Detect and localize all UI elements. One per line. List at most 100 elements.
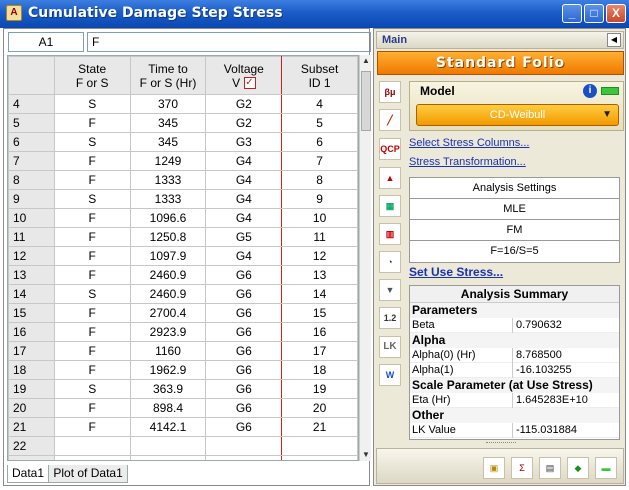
row-number[interactable]: 14 [8,284,55,304]
report-icon[interactable]: W [379,364,401,386]
row-number[interactable]: 23 [8,455,55,460]
minimize-button[interactable]: _ [562,4,582,23]
cell-state[interactable]: F [53,265,131,285]
green-bar-icon[interactable]: ▬ [595,457,617,479]
cell-voltage[interactable]: G2 [205,113,283,133]
cell-voltage[interactable]: G2 [205,94,283,114]
cell-reference-box[interactable]: A1 [8,32,84,52]
cell-voltage[interactable]: G6 [205,360,283,380]
cell-state[interactable]: S [53,284,131,304]
analysis-settings-title[interactable]: Analysis Settings [410,178,619,199]
row-number[interactable]: 11 [8,227,55,247]
cell-voltage[interactable]: G6 [205,265,283,285]
cell-subset[interactable]: 10 [281,208,358,228]
row-number[interactable]: 15 [8,303,55,323]
row-number[interactable]: 5 [8,113,55,133]
sheet-icon[interactable]: ▤ [539,457,561,479]
cell-state[interactable]: F [53,227,131,247]
parameters-icon[interactable]: βμ [379,81,401,103]
cell-subset[interactable]: 9 [281,189,358,209]
cell-state[interactable]: F [53,398,131,418]
table-row[interactable]: 15 F 2700.4 G6 15 [8,303,358,323]
cell-state[interactable]: F [53,208,131,228]
row-number[interactable]: 20 [8,398,55,418]
numbers-icon[interactable]: 1.2 [379,307,401,329]
cell-time[interactable]: 1250.8 [129,227,207,247]
cell-subset[interactable]: 16 [281,322,358,342]
table-row[interactable]: 20 F 898.4 G6 20 [8,398,358,418]
cell-voltage[interactable]: G6 [205,398,283,418]
cell-time[interactable]: 345 [129,132,207,152]
cell-subset[interactable]: 7 [281,151,358,171]
row-number[interactable]: 7 [8,151,55,171]
resize-grip[interactable] [486,442,516,446]
cell-voltage[interactable]: G6 [205,284,283,304]
scroll-thumb[interactable] [361,71,371,131]
cell-subset[interactable]: 5 [281,113,358,133]
app-icon[interactable]: A [6,5,22,21]
table-row[interactable]: 9 S 1333 G4 9 [8,189,358,209]
maximize-button[interactable]: □ [584,4,604,23]
cell-subset[interactable] [281,436,358,456]
cell-subset[interactable] [281,455,358,460]
row-number[interactable]: 21 [8,417,55,437]
cell-state[interactable]: F [53,303,131,323]
cell-time[interactable]: 898.4 [129,398,207,418]
gauge-icon[interactable]: ◔ [379,251,401,273]
cell-time[interactable]: 2460.9 [129,284,207,304]
cell-voltage[interactable]: G4 [205,170,283,190]
table-row[interactable]: 14 S 2460.9 G6 14 [8,284,358,304]
analysis-method[interactable]: MLE [410,199,619,220]
voltage-checkbox[interactable]: ✓ [243,77,256,90]
cell-voltage[interactable]: G6 [205,303,283,323]
qcp-icon[interactable]: QCP [379,138,401,160]
cell-state[interactable] [53,436,131,456]
cell-time[interactable]: 1249 [129,151,207,171]
scroll-down-icon[interactable]: ▼ [360,449,372,461]
row-number[interactable]: 16 [8,322,55,342]
cell-subset[interactable]: 8 [281,170,358,190]
column-header-voltage[interactable]: Voltage V ✓ [205,56,283,95]
cell-state[interactable]: S [53,189,131,209]
cell-subset[interactable]: 6 [281,132,358,152]
cell-time[interactable]: 345 [129,113,207,133]
cell-voltage[interactable]: G4 [205,151,283,171]
table-row[interactable]: 11 F 1250.8 G5 11 [8,227,358,247]
row-number[interactable]: 19 [8,379,55,399]
row-number[interactable]: 17 [8,341,55,361]
cell-voltage[interactable]: G4 [205,246,283,266]
table-row[interactable]: 21 F 4142.1 G6 21 [8,417,358,437]
column-header-state[interactable]: State F or S [53,56,131,95]
analysis-type[interactable]: FM [410,220,619,241]
plot-icon[interactable]: ╱ [379,109,401,131]
cell-time[interactable] [129,436,207,456]
cell-state[interactable]: F [53,170,131,190]
cell-state[interactable]: S [53,132,131,152]
wizard-icon[interactable]: ◆ [567,457,589,479]
close-button[interactable]: X [606,4,626,23]
cell-subset[interactable]: 12 [281,246,358,266]
cell-time[interactable]: 1333 [129,170,207,190]
spreadsheet-grid[interactable]: State F or S Time to F or S (Hr) Voltage V … [7,55,359,461]
cell-subset[interactable]: 19 [281,379,358,399]
cell-state[interactable]: F [53,113,131,133]
green-bar-icon[interactable] [601,87,619,95]
table-row[interactable]: 8 F 1333 G4 8 [8,170,358,190]
table-row[interactable]: 22 [8,436,358,456]
cell-subset[interactable]: 18 [281,360,358,380]
cell-time[interactable]: 2923.9 [129,322,207,342]
row-number[interactable]: 8 [8,170,55,190]
cell-time[interactable]: 1962.9 [129,360,207,380]
life-vs-stress-icon[interactable]: ▲ [379,167,401,189]
grid-icon[interactable]: ▦ [379,195,401,217]
cell-time[interactable]: 2460.9 [129,265,207,285]
row-number[interactable]: 9 [8,189,55,209]
cell-voltage[interactable] [205,436,283,456]
row-number[interactable]: 12 [8,246,55,266]
row-number[interactable]: 4 [8,94,55,114]
row-number[interactable]: 18 [8,360,55,380]
cell-subset[interactable]: 20 [281,398,358,418]
table-row[interactable]: 18 F 1962.9 G6 18 [8,360,358,380]
cell-time[interactable]: 2700.4 [129,303,207,323]
cell-state[interactable]: S [53,379,131,399]
